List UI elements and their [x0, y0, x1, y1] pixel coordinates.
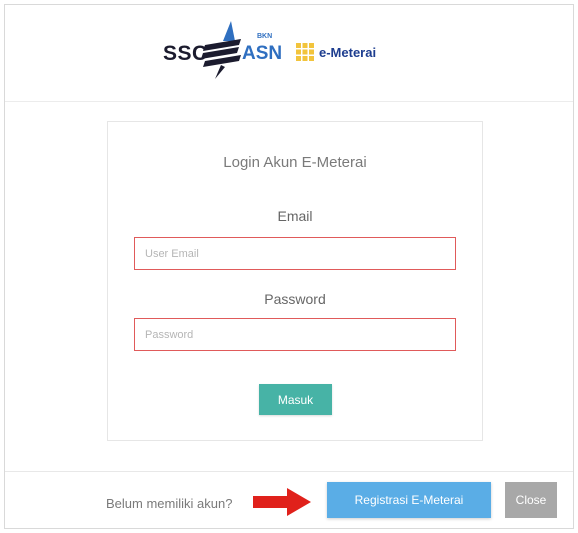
ssc-asn-logo-mark	[201, 21, 241, 79]
red-arrow-icon	[253, 488, 311, 516]
login-submit-button[interactable]: Masuk	[259, 384, 332, 415]
modal-header: SSC BKN ASN e-Meterai	[5, 5, 573, 102]
login-card: Login Akun E-Meterai Email Password Masu…	[107, 121, 483, 441]
logo-asn-text: ASN	[242, 43, 283, 64]
emeterai-logo-mark	[296, 43, 314, 61]
login-modal: SSC BKN ASN e-Meterai Login Akun E-Meter…	[4, 4, 574, 529]
logo-emeterai-text: e-Meterai	[319, 45, 377, 60]
email-input[interactable]	[134, 237, 456, 270]
login-title: Login Akun E-Meterai	[223, 154, 367, 171]
email-label: Email	[277, 208, 313, 224]
register-button[interactable]: Registrasi E-Meterai	[327, 482, 491, 518]
close-button[interactable]: Close	[505, 482, 557, 518]
modal-footer: Belum memiliki akun? Registrasi E-Metera…	[5, 471, 573, 531]
password-input[interactable]	[134, 318, 456, 351]
password-label: Password	[264, 291, 326, 307]
logo-asn-small-text: BKN	[257, 33, 273, 40]
no-account-text: Belum memiliki akun?	[106, 496, 233, 511]
